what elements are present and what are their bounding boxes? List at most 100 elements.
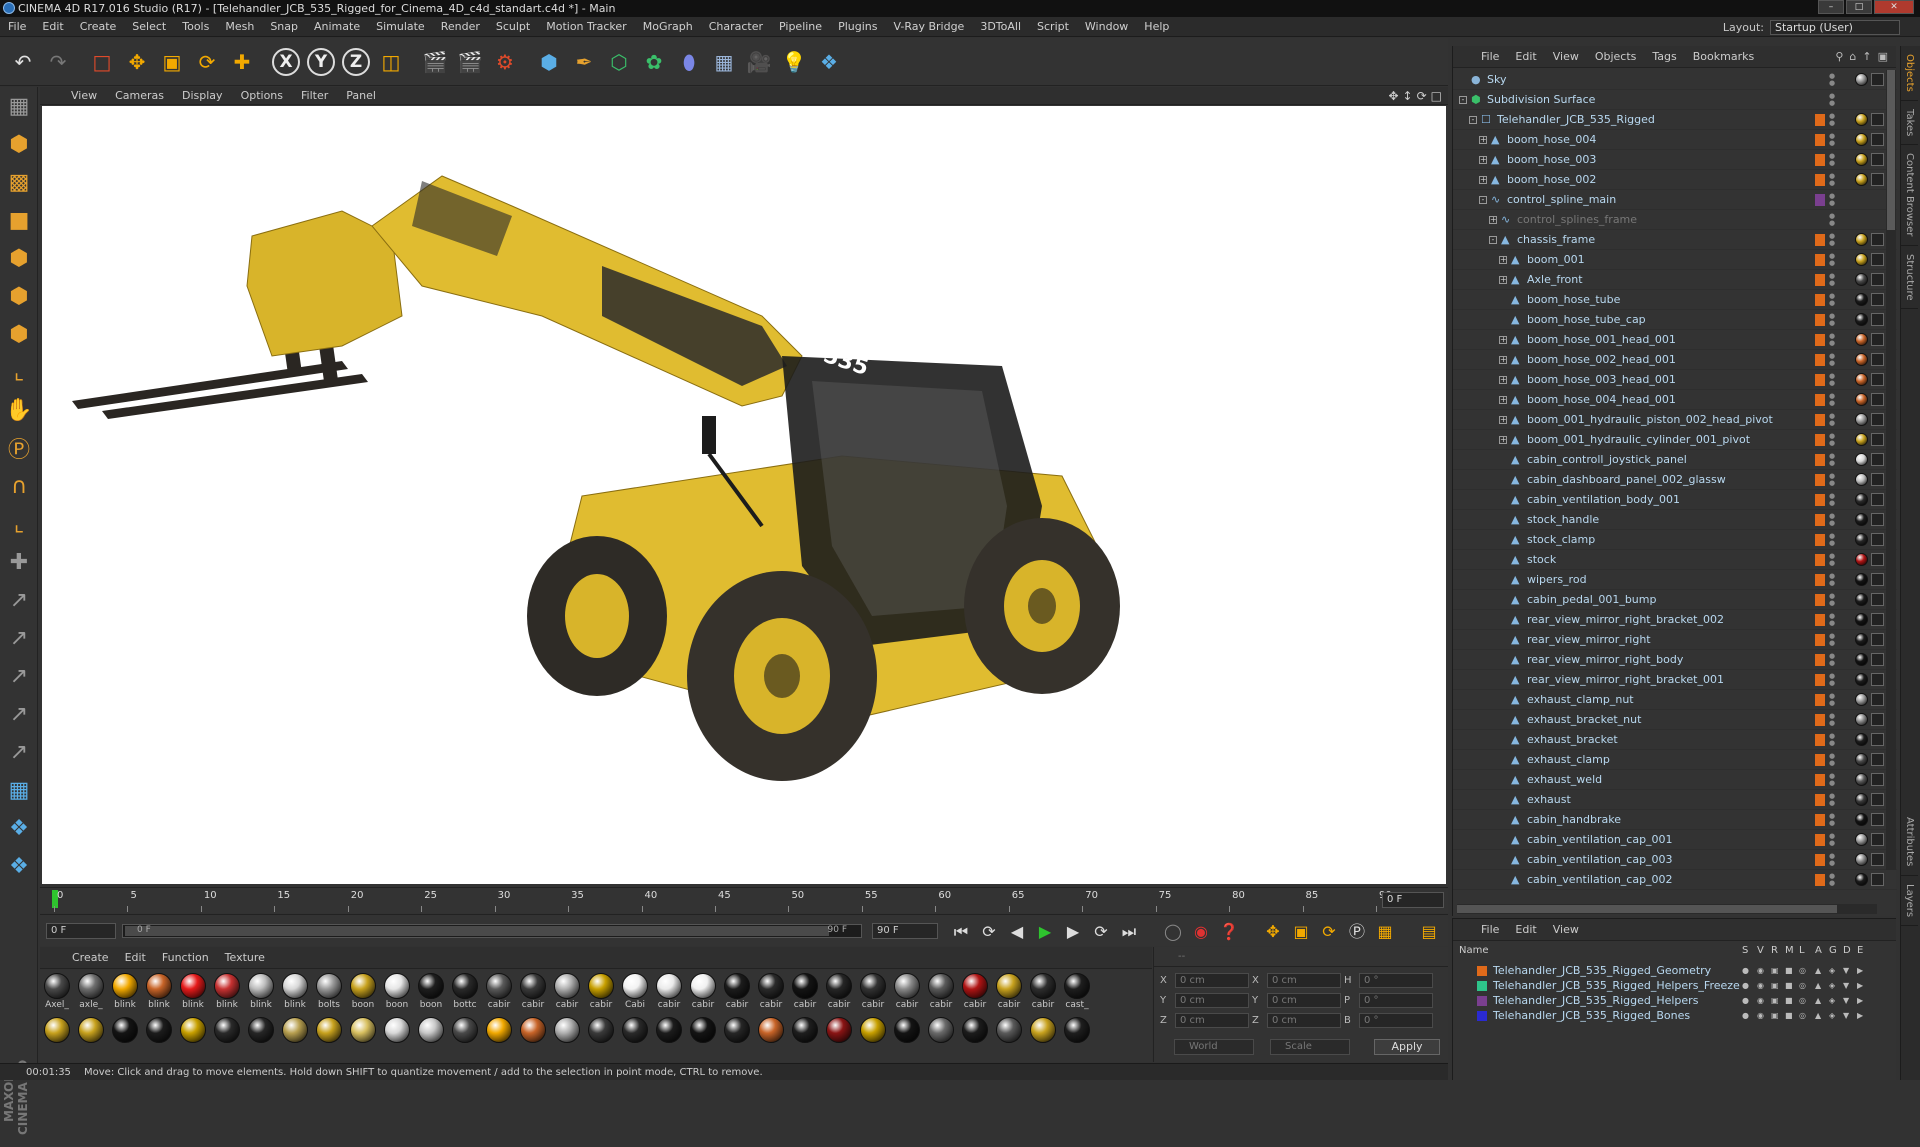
solo-icon[interactable]: ● xyxy=(1742,966,1751,975)
visibility-dots-icon[interactable]: ● ● xyxy=(1829,633,1835,647)
object-row[interactable]: + ▲ boom_hose_004_head_001 ● ● xyxy=(1453,390,1897,410)
uvw-tag-icon[interactable] xyxy=(1871,473,1884,486)
current-frame-field[interactable]: 0 F xyxy=(1382,892,1444,908)
material-swatch[interactable]: cabir xyxy=(586,973,616,1013)
material-preview-ball[interactable] xyxy=(180,1017,206,1043)
material-swatch[interactable] xyxy=(314,1017,344,1057)
material-swatch[interactable] xyxy=(144,1017,174,1057)
make-editable-icon[interactable]: ▦ xyxy=(0,87,38,125)
material-tag-icon[interactable] xyxy=(1855,753,1868,766)
layer-color-icon[interactable] xyxy=(1815,374,1825,386)
collapse-icon[interactable]: - xyxy=(1479,196,1487,204)
redo-icon[interactable]: ↷ xyxy=(41,45,75,79)
object-row[interactable]: - ☐ Telehandler_JCB_535_Rigged ● ● xyxy=(1453,110,1897,130)
uvw-tag-icon[interactable] xyxy=(1871,853,1884,866)
material-preview-ball[interactable] xyxy=(78,973,104,999)
material-swatch[interactable] xyxy=(348,1017,378,1057)
uvw-tag-icon[interactable] xyxy=(1871,253,1884,266)
layer-color-icon[interactable] xyxy=(1815,194,1825,206)
object-row[interactable]: + ▲ boom_hose_002_head_001 ● ● xyxy=(1453,350,1897,370)
object-row[interactable]: ▲ exhaust ● ● xyxy=(1453,790,1897,810)
material-preview-ball[interactable] xyxy=(928,973,954,999)
view-icon[interactable]: ◉ xyxy=(1757,966,1766,975)
object-row[interactable]: ▲ cabin_ventilation_cap_003 ● ● xyxy=(1453,850,1897,870)
x-position-field[interactable]: 0 cm xyxy=(1175,973,1249,988)
layer-color-icon[interactable] xyxy=(1815,854,1825,866)
material-swatch[interactable]: blink xyxy=(212,973,242,1013)
close-button[interactable]: ✕ xyxy=(1874,0,1914,14)
material-preview-ball[interactable] xyxy=(996,973,1022,999)
edit-render-settings-icon[interactable]: ⚙ xyxy=(488,45,522,79)
material-preview-ball[interactable] xyxy=(78,1017,104,1043)
material-tag-icon[interactable] xyxy=(1855,373,1868,386)
layer-color-icon[interactable] xyxy=(1815,474,1825,486)
visibility-dots-icon[interactable]: ● ● xyxy=(1829,533,1835,547)
layer-column-e[interactable]: E xyxy=(1857,945,1863,956)
material-preview-ball[interactable] xyxy=(316,1017,342,1043)
object-row[interactable]: ▲ wipers_rod ● ● xyxy=(1453,570,1897,590)
locked-icon[interactable]: ◎ xyxy=(1799,1011,1808,1020)
material-tag-icon[interactable] xyxy=(1855,553,1868,566)
layer-color-icon[interactable] xyxy=(1815,774,1825,786)
solo-icon[interactable]: ● xyxy=(1742,981,1751,990)
expand-icon[interactable]: + xyxy=(1499,356,1507,364)
layer-color-icon[interactable] xyxy=(1815,734,1825,746)
perspective-viewport[interactable]: View Cameras Display Options Filter Panel ✥ ↕… xyxy=(40,87,1448,887)
manager-icon[interactable]: ■ xyxy=(1785,966,1794,975)
uvw-tag-icon[interactable] xyxy=(1871,453,1884,466)
uvw-tag-icon[interactable] xyxy=(1871,293,1884,306)
deformers-icon[interactable]: ▼ xyxy=(1843,981,1852,990)
visibility-dots-icon[interactable]: ● ● xyxy=(1829,833,1835,847)
uvw-tag-icon[interactable] xyxy=(1871,793,1884,806)
menu-edit[interactable]: Edit xyxy=(34,17,71,37)
uvw-tag-icon[interactable] xyxy=(1871,773,1884,786)
material-swatch[interactable]: Axel_ xyxy=(42,973,72,1013)
material-swatch[interactable] xyxy=(586,1017,616,1057)
visibility-dots-icon[interactable]: ● ● xyxy=(1829,393,1835,407)
menu-pipeline[interactable]: Pipeline xyxy=(771,17,830,37)
viewport-menu-filter[interactable]: Filter xyxy=(292,89,337,102)
deformers-icon[interactable]: ▼ xyxy=(1843,1011,1852,1020)
material-tag-icon[interactable] xyxy=(1855,393,1868,406)
visibility-dots-icon[interactable]: ● ● xyxy=(1829,813,1835,827)
script-icon[interactable]: ❖ xyxy=(0,847,38,885)
object-row[interactable]: ▲ cabin_ventilation_cap_002 ● ● xyxy=(1453,870,1897,890)
material-tag-icon[interactable] xyxy=(1855,153,1868,166)
viewport-menu-options[interactable]: Options xyxy=(232,89,292,102)
material-preview-ball[interactable] xyxy=(486,1017,512,1043)
polygons-mode-icon[interactable]: ⬢ xyxy=(0,315,38,353)
object-menu-file[interactable]: File xyxy=(1473,50,1507,63)
key-position-icon[interactable]: ✥ xyxy=(1260,921,1286,943)
layer-row[interactable]: Telehandler_JCB_535_Rigged_Helpers_Freez… xyxy=(1457,978,1893,993)
material-swatch[interactable] xyxy=(382,1017,412,1057)
material-menu-texture[interactable]: Texture xyxy=(217,951,273,964)
material-swatch[interactable]: cabir xyxy=(1028,973,1058,1013)
expand-icon[interactable]: + xyxy=(1499,336,1507,344)
material-preview-ball[interactable] xyxy=(520,973,546,999)
material-preview-ball[interactable] xyxy=(282,973,308,999)
uvw-tag-icon[interactable] xyxy=(1871,613,1884,626)
z-axis-icon[interactable]: Z xyxy=(339,45,373,79)
animation-icon[interactable]: ▲ xyxy=(1815,966,1824,975)
object-row[interactable]: ▲ rear_view_mirror_right_bracket_002 ● ● xyxy=(1453,610,1897,630)
menu-animate[interactable]: Animate xyxy=(306,17,368,37)
object-row[interactable]: + ▲ Axle_front ● ● xyxy=(1453,270,1897,290)
uvw-tag-icon[interactable] xyxy=(1871,153,1884,166)
h-rotation-field[interactable]: 0 ° xyxy=(1359,973,1433,988)
menu-3dtoall[interactable]: 3DToAll xyxy=(972,17,1029,37)
tab-takes[interactable]: Takes xyxy=(1901,101,1918,146)
material-swatch[interactable] xyxy=(484,1017,514,1057)
material-swatch[interactable] xyxy=(552,1017,582,1057)
layer-menu-file[interactable]: File xyxy=(1473,923,1507,936)
material-tag-icon[interactable] xyxy=(1855,633,1868,646)
menu-script[interactable]: Script xyxy=(1029,17,1077,37)
expand-icon[interactable]: + xyxy=(1479,176,1487,184)
material-swatch[interactable] xyxy=(994,1017,1024,1057)
menu-motion-tracker[interactable]: Motion Tracker xyxy=(538,17,634,37)
material-tag-icon[interactable] xyxy=(1855,673,1868,686)
play-forward-icon[interactable]: ▶ xyxy=(1032,921,1058,943)
record-keys-icon[interactable]: ◯ xyxy=(1160,921,1186,943)
expand-icon[interactable]: + xyxy=(1499,276,1507,284)
object-row[interactable]: ▲ cabin_controll_joystick_panel ● ● xyxy=(1453,450,1897,470)
viewport-menu-view[interactable]: View xyxy=(62,89,106,102)
